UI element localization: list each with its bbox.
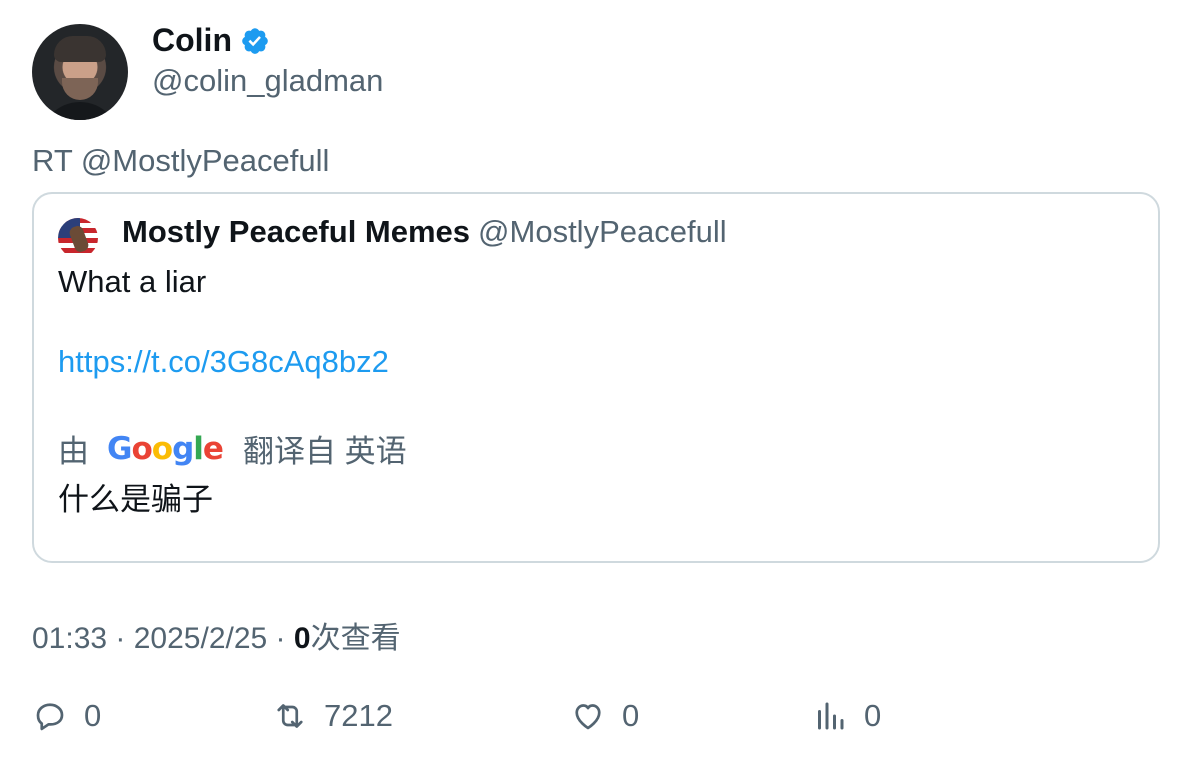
- like-button[interactable]: 0: [570, 698, 639, 734]
- quoted-tweet-link[interactable]: https://t.co/3G8cAq8bz2: [58, 344, 389, 380]
- quoted-tweet-card[interactable]: Mostly Peaceful Memes @MostlyPeacefull W…: [32, 192, 1160, 563]
- translation-attribution: 由 Google 翻译自 英语: [58, 426, 407, 471]
- views-button[interactable]: 0: [812, 698, 881, 734]
- like-count: 0: [622, 698, 640, 733]
- google-logo: Google: [107, 430, 224, 467]
- reply-icon: [36, 703, 64, 731]
- tweet-meta: 01:33 · 2025/2/25 · 0次查看: [32, 613, 401, 657]
- views-label: 次查看: [310, 622, 401, 655]
- quoted-author-handle[interactable]: @MostlyPeacefull: [478, 214, 727, 250]
- tweet-date[interactable]: 2025/2/25: [134, 622, 267, 655]
- analytics-icon: [818, 702, 844, 730]
- author-handle[interactable]: @colin_gladman: [152, 63, 383, 99]
- avatar-beard: [62, 78, 98, 100]
- quoted-author-name[interactable]: Mostly Peaceful Memes: [122, 214, 470, 250]
- quoted-author-avatar[interactable]: [58, 218, 98, 258]
- quoted-author-row: Mostly Peaceful Memes @MostlyPeacefull: [122, 214, 727, 250]
- action-bar: 0 7212 0 0: [32, 698, 1162, 742]
- meta-separator: ·: [107, 622, 134, 655]
- views-count: 0: [293, 622, 311, 655]
- avatar-hair: [54, 36, 106, 62]
- tweet-text: RT @MostlyPeacefull: [32, 143, 330, 178]
- views-action-count: 0: [864, 698, 882, 733]
- retweet-button[interactable]: 7212: [272, 698, 393, 734]
- reply-count: 0: [84, 698, 102, 733]
- quoted-tweet-text: What a liar: [58, 264, 207, 299]
- author-name-row: Colin: [152, 22, 270, 59]
- meta-separator: ·: [267, 622, 294, 655]
- author-avatar[interactable]: [32, 24, 128, 120]
- reply-button[interactable]: 0: [32, 698, 101, 734]
- avatar-figure: [67, 224, 91, 254]
- author-name[interactable]: Colin: [152, 22, 232, 59]
- heart-icon: [575, 704, 601, 730]
- avatar-shoulders: [40, 102, 120, 120]
- translate-from-label: 翻译自 英语: [242, 434, 407, 469]
- verified-badge-icon: [242, 27, 268, 54]
- translate-by-label: 由: [58, 434, 89, 469]
- tweet-time[interactable]: 01:33: [32, 622, 107, 655]
- retweet-count: 7212: [324, 698, 393, 733]
- retweet-icon: [277, 704, 303, 728]
- translated-text: 什么是骗子: [58, 482, 213, 517]
